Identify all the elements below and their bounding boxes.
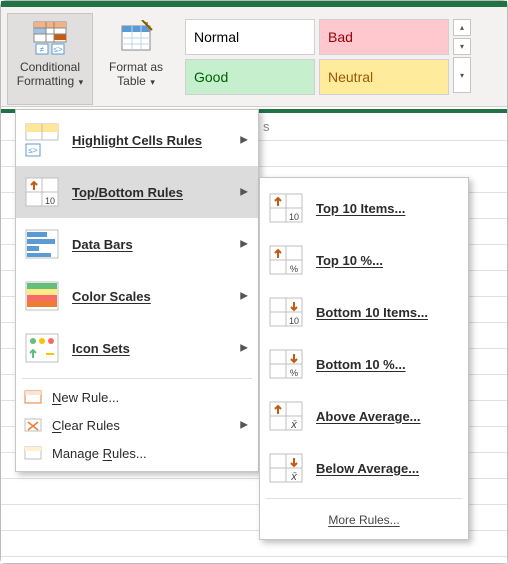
clear-rules-icon	[24, 416, 42, 434]
ribbon: ≠ ≤> Conditional Formatting ▾ Format as …	[1, 7, 507, 107]
highlight-cells-icon: ≤>	[24, 122, 60, 158]
menu-label: New Rule...	[52, 390, 119, 405]
menu-label: Top/Bottom Rules	[72, 185, 183, 200]
submenu-top-10-items[interactable]: 10 Top 10 Items...	[260, 182, 468, 234]
menu-label: Data Bars	[72, 237, 133, 252]
submenu-arrow-icon: ▶	[240, 187, 248, 198]
submenu-arrow-icon: ▶	[240, 239, 248, 250]
group-label-fragment: s	[263, 119, 270, 134]
svg-text:≠: ≠	[40, 45, 45, 54]
submenu-more-rules[interactable]: More Rules... More Rules...	[260, 503, 468, 535]
menu-separator	[22, 378, 252, 379]
svg-text:≤>: ≤>	[53, 45, 62, 54]
top10-percent-icon: %	[268, 242, 304, 278]
svg-text:x̄: x̄	[290, 419, 297, 431]
submenu-arrow-icon: ▶	[240, 291, 248, 302]
conditional-formatting-label: Conditional Formatting	[17, 60, 80, 88]
menu-label: Manage Rules...	[52, 446, 147, 461]
svg-text:≤>: ≤>	[28, 146, 37, 155]
submenu-above-average[interactable]: x̄ Above Average...	[260, 390, 468, 442]
cell-style-neutral[interactable]: Neutral	[319, 59, 449, 95]
menu-label: Clear Rules	[52, 418, 120, 433]
svg-text:%: %	[290, 264, 298, 274]
gallery-spinner: ▴ ▾ ▾	[453, 19, 473, 95]
svg-text:x̄: x̄	[290, 471, 297, 483]
conditional-formatting-menu: ≤> Highlight Cells Rules ▶ 10 Top/Bottom…	[15, 109, 259, 472]
menu-manage-rules[interactable]: Manage Rules... Manage Rules...	[16, 439, 258, 467]
svg-text:10: 10	[45, 196, 55, 206]
menu-label: Color Scales	[72, 289, 151, 304]
gallery-more-button[interactable]: ▾	[453, 57, 471, 93]
submenu-label: More Rules...	[328, 513, 399, 527]
bottom10-items-icon: 10	[268, 294, 304, 330]
submenu-label: Top 10 Items...	[316, 201, 405, 216]
color-scales-icon	[24, 278, 60, 314]
top-bottom-icon: 10	[24, 174, 60, 210]
above-average-icon: x̄	[268, 398, 304, 434]
menu-icon-sets[interactable]: Icon Sets ▶	[16, 322, 258, 374]
dropdown-arrow-icon: ▾	[148, 77, 155, 87]
svg-text:10: 10	[289, 316, 299, 326]
below-average-icon: x̄	[268, 450, 304, 486]
format-as-table-icon	[118, 20, 154, 56]
menu-clear-rules[interactable]: Clear Rules Clear Rules ▶	[16, 411, 258, 439]
submenu-below-average[interactable]: x̄ Below Average...	[260, 442, 468, 494]
conditional-formatting-button[interactable]: ≠ ≤> Conditional Formatting ▾	[7, 13, 93, 105]
submenu-label: Bottom 10 Items...	[316, 305, 428, 320]
menu-label: Highlight Cells Rules	[72, 133, 202, 148]
gallery-down-button[interactable]: ▾	[453, 38, 471, 55]
submenu-arrow-icon: ▶	[240, 135, 248, 146]
submenu-arrow-icon: ▶	[240, 420, 248, 431]
menu-label: Icon Sets	[72, 341, 130, 356]
cell-style-bad[interactable]: Bad	[319, 19, 449, 55]
menu-new-rule[interactable]: New Rule... New Rule...	[16, 383, 258, 411]
format-as-table-button[interactable]: Format as Table ▾	[93, 13, 179, 105]
data-bars-icon	[24, 226, 60, 262]
manage-rules-icon	[24, 444, 42, 462]
submenu-label: Bottom 10 %...	[316, 357, 406, 372]
cell-style-normal[interactable]: Normal	[185, 19, 315, 55]
dropdown-arrow-icon: ▾	[76, 77, 83, 87]
top-bottom-submenu: 10 Top 10 Items... % Top 10 %... 10 Bott…	[259, 177, 469, 540]
submenu-label: Top 10 %...	[316, 253, 383, 268]
submenu-bottom-10-percent[interactable]: % Bottom 10 %...	[260, 338, 468, 390]
menu-top-bottom-rules[interactable]: 10 Top/Bottom Rules ▶	[16, 166, 258, 218]
submenu-bottom-10-items[interactable]: 10 Bottom 10 Items...	[260, 286, 468, 338]
submenu-top-10-percent[interactable]: % Top 10 %...	[260, 234, 468, 286]
top10-items-icon: 10	[268, 190, 304, 226]
menu-data-bars[interactable]: Data Bars ▶	[16, 218, 258, 270]
bottom10-percent-icon: %	[268, 346, 304, 382]
new-rule-icon	[24, 388, 42, 406]
conditional-formatting-icon: ≠ ≤>	[32, 20, 68, 56]
menu-separator	[266, 498, 462, 499]
gallery-up-button[interactable]: ▴	[453, 19, 471, 36]
icon-sets-icon	[24, 330, 60, 366]
svg-text:10: 10	[289, 212, 299, 222]
submenu-label: Above Average...	[316, 409, 421, 424]
menu-color-scales[interactable]: Color Scales ▶	[16, 270, 258, 322]
cell-style-good[interactable]: Good	[185, 59, 315, 95]
cell-styles-gallery: Normal Bad ▴ ▾ ▾ Good Neutral	[185, 13, 473, 95]
submenu-label: Below Average...	[316, 461, 419, 476]
menu-highlight-cells-rules[interactable]: ≤> Highlight Cells Rules ▶	[16, 114, 258, 166]
svg-text:%: %	[290, 368, 298, 378]
submenu-arrow-icon: ▶	[240, 343, 248, 354]
